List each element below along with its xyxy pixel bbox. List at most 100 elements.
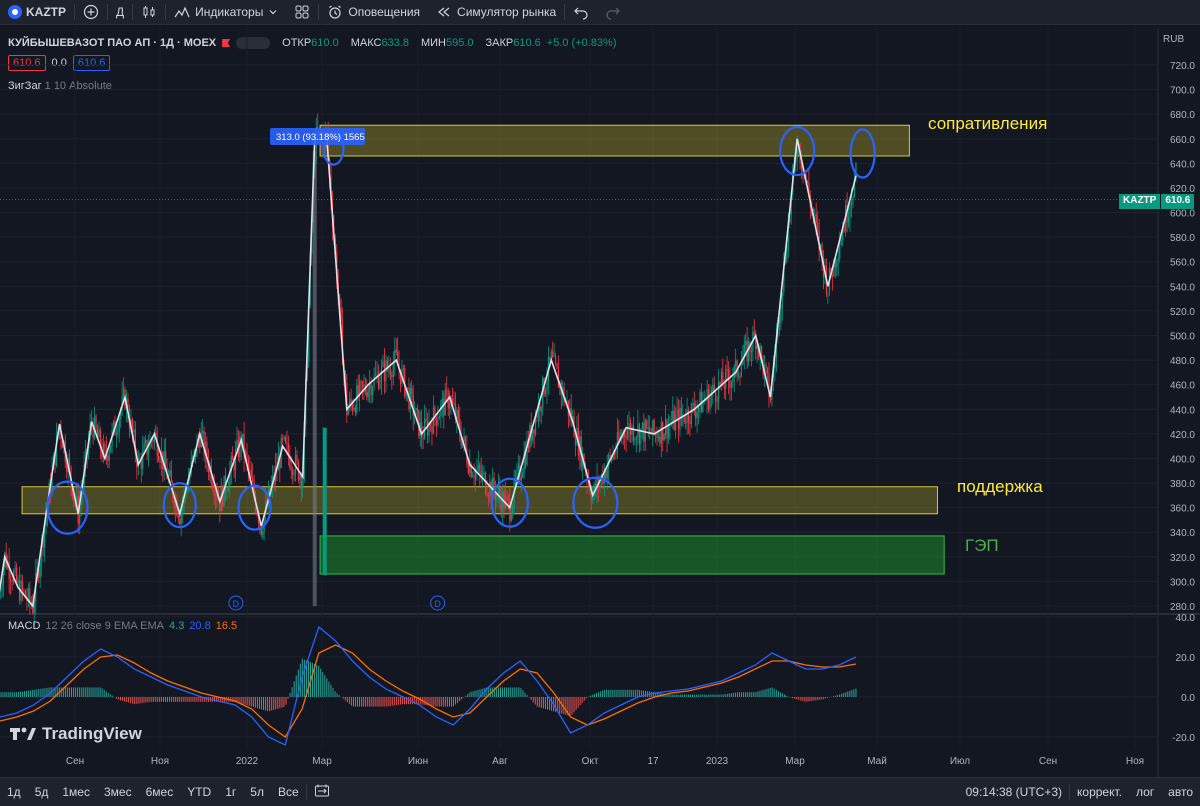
macd-tick-label: -20.0 xyxy=(1172,733,1195,744)
candle-body xyxy=(815,214,817,223)
time-tick-label: Авг xyxy=(492,756,508,767)
candle-body xyxy=(685,421,687,424)
candle-body xyxy=(382,361,384,367)
candle-body xyxy=(686,409,688,424)
range-ytd[interactable]: YTD xyxy=(180,785,218,799)
candle-body xyxy=(284,437,287,443)
candle-body xyxy=(652,420,654,435)
candle-body xyxy=(716,401,718,403)
candle-body xyxy=(556,363,558,369)
candle-body xyxy=(446,389,448,392)
candle-body xyxy=(631,426,633,435)
candle-body xyxy=(354,407,356,413)
range-5d[interactable]: 5д xyxy=(28,785,56,799)
adjust-toggle[interactable]: коррект. xyxy=(1070,785,1129,799)
clock-time[interactable]: 09:14:38 (UTC+3) xyxy=(959,785,1069,799)
candle-body xyxy=(753,331,755,335)
candle-body xyxy=(605,471,607,479)
time-tick-label: Ноя xyxy=(1126,756,1144,767)
candle-body xyxy=(540,406,542,412)
time-tick-label: 17 xyxy=(647,756,659,767)
price-tick-label: 520.0 xyxy=(1170,307,1195,318)
range-3m[interactable]: 3мес xyxy=(97,785,139,799)
candle-body xyxy=(761,346,763,357)
candle-body xyxy=(68,458,71,467)
time-tick-label: Ноя xyxy=(151,756,169,767)
candle-body xyxy=(142,449,144,469)
candle-body xyxy=(122,389,125,396)
candle-body xyxy=(173,498,175,509)
candle-body xyxy=(522,472,524,478)
currency-label[interactable]: RUB xyxy=(1163,34,1184,45)
macd-hist-value: 4.3 xyxy=(169,620,185,632)
time-tick-label: Мар xyxy=(312,756,332,767)
candle-body xyxy=(544,389,547,395)
candle-body xyxy=(680,408,682,417)
candle-body xyxy=(370,383,372,396)
candle-body xyxy=(159,460,161,463)
price-chart[interactable]: D D 280.0 300.0 320.0 340.0 360.0 380.0 400.0 42… xyxy=(0,0,1200,777)
macd-legend[interactable]: MACD 12 26 close 9 EMA EMA 4.3 20.8 16.5 xyxy=(8,620,237,632)
candle-body xyxy=(11,580,13,583)
candle-body xyxy=(249,469,251,471)
candle-body xyxy=(177,516,179,519)
range-1y[interactable]: 1г xyxy=(218,785,243,799)
candle-body xyxy=(663,434,665,441)
calendar-range-icon xyxy=(314,784,329,796)
macd-params: 12 26 close 9 EMA EMA xyxy=(45,620,165,632)
log-toggle[interactable]: лог xyxy=(1129,785,1161,799)
tradingview-logo[interactable]: TradingView xyxy=(10,724,142,744)
range-1d[interactable]: 1д xyxy=(0,785,28,799)
price-tick-label: 700.0 xyxy=(1170,86,1195,97)
price-tick-label: 580.0 xyxy=(1170,233,1195,244)
candle-body xyxy=(467,463,469,473)
auto-toggle[interactable]: авто xyxy=(1161,785,1200,799)
price-tick-label: 540.0 xyxy=(1170,282,1195,293)
candle-body xyxy=(236,439,238,450)
candle-body xyxy=(392,363,394,378)
range-1m[interactable]: 1мес xyxy=(55,785,97,799)
candle-body xyxy=(646,420,648,429)
price-tick-label: 660.0 xyxy=(1170,135,1195,146)
price-tick-label: 560.0 xyxy=(1170,258,1195,269)
candle-body xyxy=(290,468,292,470)
candle-body xyxy=(618,432,620,441)
candle-body xyxy=(507,496,510,500)
date-range-button[interactable] xyxy=(307,784,337,801)
price-tick-label: 480.0 xyxy=(1170,356,1195,367)
time-tick-label: Сен xyxy=(66,756,84,767)
candle-body xyxy=(152,440,154,442)
candle-body xyxy=(453,402,455,405)
candle-body xyxy=(438,416,440,420)
candle-body xyxy=(214,493,217,496)
candle-body xyxy=(473,476,475,478)
candle-body xyxy=(672,410,674,424)
candle-body xyxy=(533,429,535,434)
candle-body xyxy=(179,518,181,525)
candle-body xyxy=(145,440,147,444)
candle-body xyxy=(695,412,697,419)
candle-body xyxy=(133,429,135,433)
candle-body xyxy=(712,384,714,392)
candle-body xyxy=(606,468,608,479)
price-tick-label: 380.0 xyxy=(1170,479,1195,490)
candle-body xyxy=(660,421,662,444)
range-6m[interactable]: 6мес xyxy=(139,785,181,799)
candle-body xyxy=(739,376,741,378)
candle-body xyxy=(625,436,627,439)
candle-body xyxy=(840,239,842,246)
candle-body xyxy=(246,451,248,460)
range-5y[interactable]: 5л xyxy=(243,785,271,799)
candle-body xyxy=(730,381,732,388)
dividend-marker-label: D xyxy=(434,599,441,609)
candle-body xyxy=(817,222,819,230)
price-tick-label: 640.0 xyxy=(1170,159,1195,170)
candle-body xyxy=(489,481,491,496)
macd-value: 20.8 xyxy=(189,620,211,632)
candle-body xyxy=(486,492,488,496)
candle-body xyxy=(843,229,845,232)
candle-body xyxy=(831,275,833,277)
macd-signal-value: 16.5 xyxy=(215,620,238,632)
range-all[interactable]: Все xyxy=(271,785,306,799)
candle-body xyxy=(293,474,295,476)
